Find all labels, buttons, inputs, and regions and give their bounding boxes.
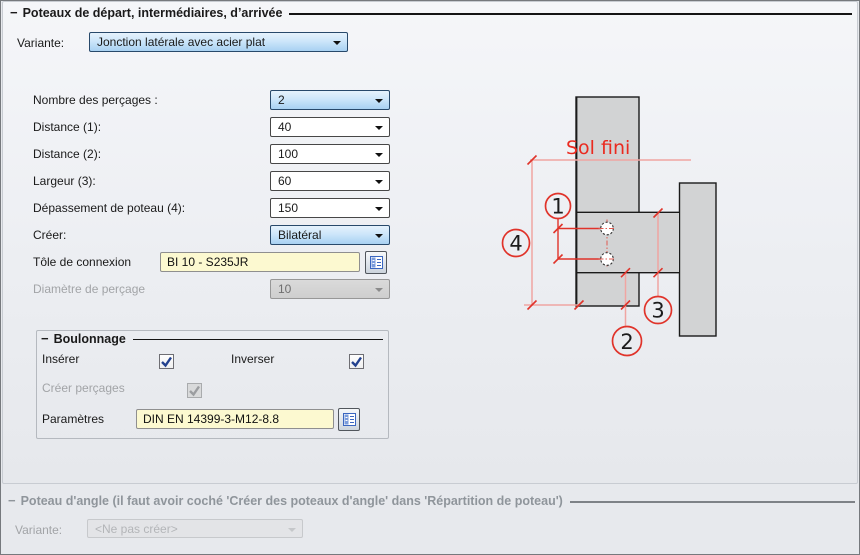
chevron-down-icon: [375, 153, 383, 157]
collapse-icon[interactable]: −: [10, 6, 18, 20]
creer-value: Bilatéral: [278, 228, 322, 242]
inserer-label: Insérer: [42, 352, 80, 366]
boulonnage-title: Boulonnage: [53, 332, 126, 346]
flat-steel-plate-shape: [577, 213, 679, 272]
distance-1-combobox[interactable]: 40: [270, 117, 390, 137]
chevron-down-icon: [375, 234, 383, 238]
collapse-icon[interactable]: −: [41, 332, 49, 346]
catalog-list-icon: [342, 413, 356, 426]
corner-variante-label: Variante:: [15, 523, 63, 537]
diametre-percage-value: 10: [278, 282, 292, 296]
chevron-down-icon: [288, 528, 296, 532]
boulonnage-header: − Boulonnage: [41, 332, 383, 346]
nombre-percages-value: 2: [278, 93, 285, 107]
distance-2-value: 100: [278, 147, 299, 161]
depassement-4-label: Dépassement de poteau (4):: [33, 201, 186, 215]
creer-percages-checkbox: [187, 383, 202, 398]
tole-connexion-label: Tôle de connexion: [33, 255, 132, 269]
balloon-3-number: 3: [651, 299, 664, 323]
chevron-down-icon: [375, 99, 383, 103]
group-rule: [569, 500, 855, 503]
chevron-down-icon: [375, 288, 383, 292]
corner-group-title: Poteau d'angle (il faut avoir coché 'Cré…: [20, 494, 563, 508]
balloon-4-number: 4: [509, 232, 522, 256]
group-rule: [289, 12, 852, 15]
parametres-browse-button[interactable]: [338, 408, 360, 431]
distance-1-label: Distance (1):: [33, 120, 102, 134]
chevron-down-icon: [375, 180, 383, 184]
balloon-1-number: 1: [551, 195, 564, 219]
diametre-percage-label: Diamètre de perçage: [33, 282, 146, 296]
tole-connexion-input[interactable]: [160, 252, 360, 272]
boulonnage-groupbox: − Boulonnage Insérer Inverser Créer perç…: [36, 330, 389, 439]
chevron-down-icon: [375, 207, 383, 211]
variante-combobox[interactable]: Jonction latérale avec acier plat: [89, 32, 348, 52]
group-rule: [132, 339, 383, 340]
main-group-title: Poteaux de départ, intermédiaires, d’arr…: [22, 6, 283, 20]
catalog-list-icon: [369, 256, 383, 269]
variante-label: Variante:: [17, 36, 65, 50]
largeur-3-label: Largeur (3):: [33, 174, 96, 188]
inverser-checkbox[interactable]: [349, 354, 364, 369]
collapse-icon[interactable]: −: [8, 494, 16, 508]
creer-combobox[interactable]: Bilatéral: [270, 225, 390, 245]
corner-group-header: − Poteau d'angle (il faut avoir coché 'C…: [8, 494, 855, 508]
checkmark-icon: [189, 385, 200, 397]
checkmark-icon: [161, 356, 172, 368]
diametre-percage-combobox: 10: [270, 279, 390, 299]
joint-preview-diagram: Sol fini 4 1 2 3: [501, 96, 717, 357]
sol-fini-label: Sol fini: [566, 137, 630, 159]
chevron-down-icon: [333, 41, 341, 45]
largeur-3-value: 60: [278, 174, 292, 188]
inverser-label: Inverser: [231, 352, 275, 366]
corner-variante-combobox: <Ne pas créer>: [87, 519, 303, 538]
checkmark-icon: [351, 356, 362, 368]
largeur-3-combobox[interactable]: 60: [270, 171, 390, 191]
column-shape: [575, 96, 640, 307]
main-section-panel: − Poteaux de départ, intermédiaires, d’a…: [2, 1, 858, 484]
tole-connexion-browse-button[interactable]: [365, 251, 387, 274]
nombre-percages-combobox[interactable]: 2: [270, 90, 390, 110]
component-properties-panel: − Poteaux de départ, intermédiaires, d’a…: [0, 0, 860, 555]
distance-1-value: 40: [278, 120, 292, 134]
creer-percages-label: Créer perçages: [42, 381, 125, 395]
inserer-checkbox[interactable]: [159, 354, 174, 369]
depassement-4-value: 150: [278, 201, 299, 215]
nombre-percages-label: Nombre des perçages :: [33, 93, 158, 107]
parametres-label: Paramètres: [42, 412, 105, 426]
corner-variante-value: <Ne pas créer>: [95, 522, 178, 536]
variante-value: Jonction latérale avec acier plat: [97, 35, 266, 49]
distance-2-label: Distance (2):: [33, 147, 102, 161]
parametres-input[interactable]: [136, 409, 334, 429]
distance-2-combobox[interactable]: 100: [270, 144, 390, 164]
creer-label: Créer:: [33, 228, 67, 242]
main-group-header: − Poteaux de départ, intermédiaires, d’a…: [10, 6, 852, 20]
balloon-2-number: 2: [620, 330, 633, 354]
adjacent-column-shape: [678, 182, 717, 337]
chevron-down-icon: [375, 126, 383, 130]
depassement-4-combobox[interactable]: 150: [270, 198, 390, 218]
